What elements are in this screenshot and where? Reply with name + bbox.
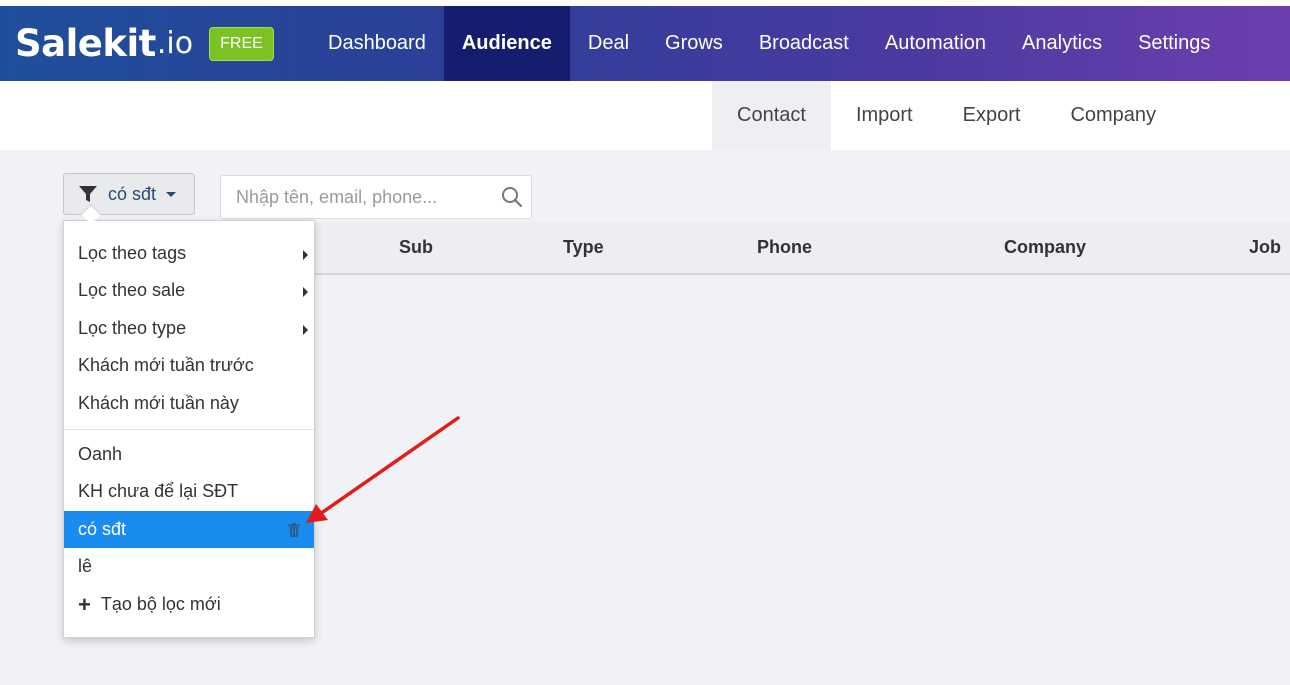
tab-export[interactable]: Export (938, 81, 1046, 150)
column-header-job[interactable]: Job (1249, 222, 1281, 273)
search-input[interactable] (221, 176, 481, 218)
logo-main: Salekit (15, 22, 156, 65)
menu-item-label: Oanh (78, 444, 123, 464)
trash-icon[interactable] (288, 523, 300, 537)
menu-item-label: KH chưa để lại SĐT (78, 481, 239, 501)
filter-dropdown-menu: Lọc theo tags Lọc theo sale Lọc theo typ… (63, 220, 315, 638)
search-icon[interactable] (501, 186, 523, 208)
main-nav: Dashboard Audience Deal Grows Broadcast … (310, 6, 1228, 81)
nav-automation[interactable]: Automation (867, 6, 1004, 81)
caret-right-icon (303, 287, 308, 297)
menu-item-label: Lọc theo tags (78, 243, 187, 263)
filter-selected-label: có sđt (108, 183, 157, 204)
plan-badge: FREE (209, 26, 274, 61)
logo-suffix: .io (156, 26, 194, 61)
menu-item-label: Lọc theo type (78, 318, 187, 338)
plus-icon: + (78, 591, 91, 617)
column-header-company[interactable]: Company (1004, 222, 1086, 273)
nav-grows[interactable]: Grows (647, 6, 741, 81)
caret-right-icon (303, 325, 308, 335)
filter-dropdown-button[interactable]: có sđt (63, 173, 195, 215)
menu-item-filter-by-sale[interactable]: Lọc theo sale (64, 272, 314, 309)
menu-item-label: có sđt (78, 519, 127, 539)
tab-import[interactable]: Import (831, 81, 938, 150)
top-navbar: Salekit .io FREE Dashboard Audience Deal… (0, 6, 1290, 81)
tab-contact[interactable]: Contact (712, 81, 831, 150)
saved-filter-no-phone[interactable]: KH chưa để lại SĐT (64, 473, 314, 510)
annotation-arrow (306, 416, 460, 523)
nav-settings[interactable]: Settings (1120, 6, 1228, 81)
nav-broadcast[interactable]: Broadcast (741, 6, 867, 81)
tab-company[interactable]: Company (1045, 81, 1181, 150)
nav-dashboard[interactable]: Dashboard (310, 6, 444, 81)
column-header-phone[interactable]: Phone (757, 222, 812, 273)
nav-analytics[interactable]: Analytics (1004, 6, 1120, 81)
saved-filter-has-phone[interactable]: có sđt (64, 511, 314, 548)
menu-item-filter-by-type[interactable]: Lọc theo type (64, 310, 314, 347)
create-new-filter-label: Tạo bộ lọc mới (100, 594, 221, 614)
caret-down-icon (166, 191, 177, 197)
column-header-sub[interactable]: Sub (399, 222, 433, 273)
menu-item-label: lê (78, 556, 93, 576)
nav-deal[interactable]: Deal (570, 6, 647, 81)
saved-filter-le[interactable]: lê (64, 548, 314, 585)
funnel-icon (79, 186, 97, 202)
caret-right-icon (303, 250, 308, 260)
column-header-type[interactable]: Type (563, 222, 604, 273)
subnav-tabs: Contact Import Export Company (712, 81, 1181, 150)
brand-logo[interactable]: Salekit .io FREE (15, 6, 274, 81)
menu-item-label: Khách mới tuần trước (78, 355, 254, 375)
menu-item-new-last-week[interactable]: Khách mới tuần trước (64, 347, 314, 384)
create-new-filter[interactable]: + Tạo bộ lọc mới (64, 586, 314, 623)
saved-filter-oanh[interactable]: Oanh (64, 436, 314, 473)
sub-navbar: Contact Import Export Company (0, 81, 1290, 150)
menu-item-filter-by-tags[interactable]: Lọc theo tags (64, 235, 314, 272)
search-box (220, 175, 532, 219)
menu-divider (64, 429, 314, 430)
menu-item-label: Khách mới tuần này (78, 393, 239, 413)
menu-item-new-this-week[interactable]: Khách mới tuần này (64, 385, 314, 422)
menu-item-label: Lọc theo sale (78, 280, 186, 300)
nav-audience[interactable]: Audience (443, 6, 570, 81)
